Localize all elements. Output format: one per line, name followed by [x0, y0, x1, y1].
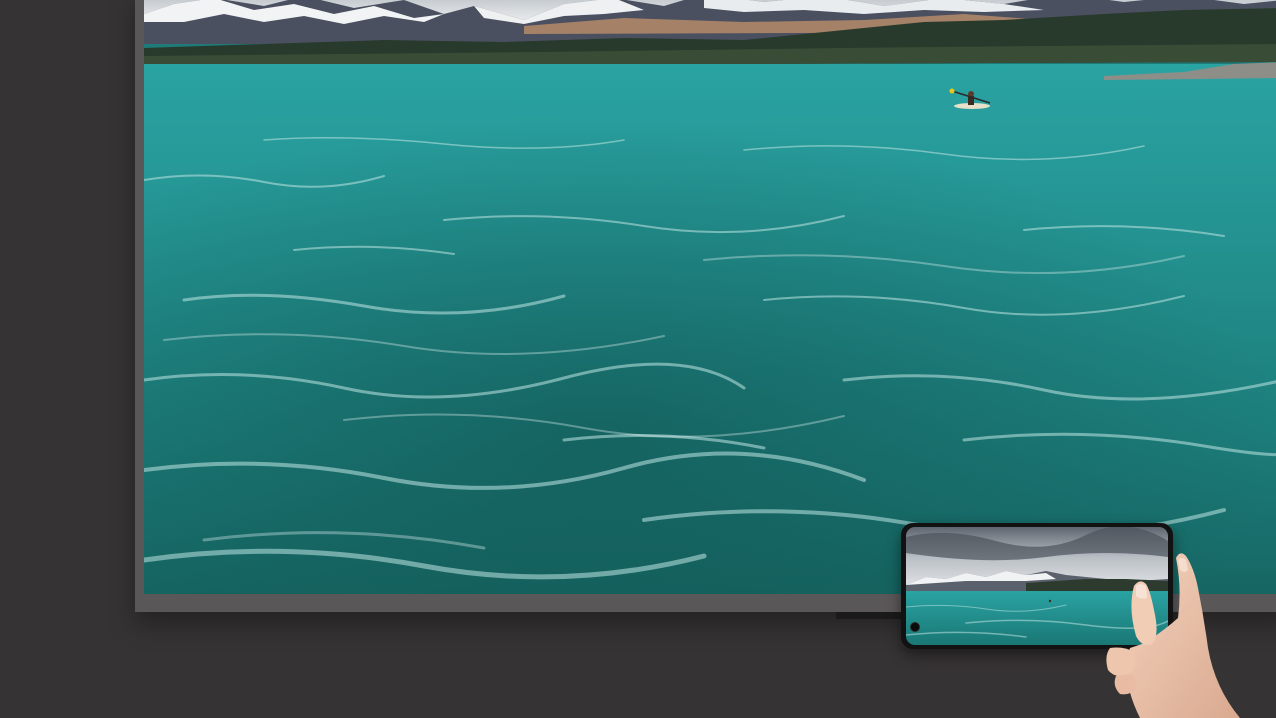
television — [135, 0, 1276, 612]
lake-landscape-image — [144, 0, 1276, 594]
hand-icon — [1106, 553, 1240, 718]
camera-hole-icon — [910, 622, 920, 632]
scene — [0, 0, 1276, 718]
tv-screen — [144, 0, 1276, 594]
